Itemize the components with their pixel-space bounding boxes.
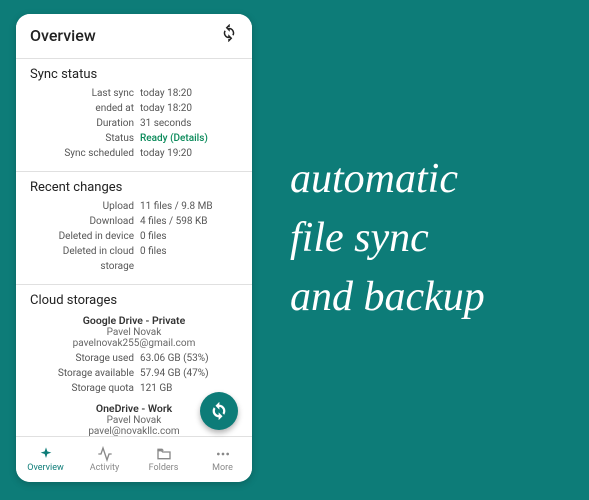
sync-icon xyxy=(210,402,228,420)
activity-icon xyxy=(97,446,113,462)
details-link[interactable]: (Details) xyxy=(170,133,208,144)
row-deleted-device: Deleted in device 0 files xyxy=(30,229,238,244)
value: Ready (Details) xyxy=(140,131,238,146)
recent-changes-card: Recent changes Upload 11 files / 9.8 MB … xyxy=(16,171,252,284)
label: Storage used xyxy=(30,351,140,366)
label: Storage available xyxy=(30,366,140,381)
row-status: Status Ready (Details) xyxy=(30,131,238,146)
content-scroll[interactable]: Sync status Last sync today 18:20 ended … xyxy=(16,54,252,436)
storage-email: pavelnovak255@gmail.com xyxy=(30,338,238,349)
storage-block[interactable]: Google Drive - Private Pavel Novak pavel… xyxy=(30,314,238,396)
value: today 19:20 xyxy=(140,146,238,161)
nav-label: Folders xyxy=(149,463,179,473)
nav-activity[interactable]: Activity xyxy=(75,437,134,482)
bottom-nav: Overview Activity Folders More xyxy=(16,436,252,482)
nav-label: More xyxy=(212,463,233,473)
nav-folders[interactable]: Folders xyxy=(134,437,193,482)
row-storage-used: Storage used 63.06 GB (53%) xyxy=(30,351,238,366)
label: Status xyxy=(30,131,140,146)
label: Upload xyxy=(30,199,140,214)
storage-name: Google Drive - Private xyxy=(30,314,238,327)
value: 57.94 GB (47%) xyxy=(140,366,238,381)
storage-user: Pavel Novak xyxy=(30,327,238,338)
more-icon xyxy=(215,446,231,462)
row-storage-quota: Storage quota 121 GB xyxy=(30,381,238,396)
page-title: Overview xyxy=(30,26,96,45)
value: 31 seconds xyxy=(140,116,238,131)
nav-label: Activity xyxy=(90,463,119,473)
app-bar: Overview xyxy=(16,14,252,54)
label: Deleted in device xyxy=(30,229,140,244)
storage-email: pavel@novakllc.com xyxy=(30,426,238,436)
sync-icon[interactable] xyxy=(220,24,238,46)
sync-fab[interactable] xyxy=(200,392,238,430)
sync-status-card: Sync status Last sync today 18:20 ended … xyxy=(16,58,252,171)
nav-more[interactable]: More xyxy=(193,437,252,482)
recent-changes-heading: Recent changes xyxy=(30,180,238,195)
value: 0 files xyxy=(140,229,238,244)
value: today 18:20 xyxy=(140,101,238,116)
row-duration: Duration 31 seconds xyxy=(30,116,238,131)
row-download: Download 4 files / 598 KB xyxy=(30,214,238,229)
folders-icon xyxy=(156,446,172,462)
row-last-sync: Last sync today 18:20 xyxy=(30,86,238,101)
label: ended at xyxy=(30,101,140,116)
row-deleted-cloud: Deleted in cloud storage 0 files xyxy=(30,244,238,274)
marketing-line: file sync xyxy=(290,209,485,268)
nav-label: Overview xyxy=(27,463,63,473)
marketing-line: and backup xyxy=(290,268,485,327)
row-ended-at: ended at today 18:20 xyxy=(30,101,238,116)
row-storage-available: Storage available 57.94 GB (47%) xyxy=(30,366,238,381)
value: 0 files xyxy=(140,244,238,274)
sparkle-icon xyxy=(38,446,54,462)
marketing-line: automatic xyxy=(290,150,485,209)
row-scheduled: Sync scheduled today 19:20 xyxy=(30,146,238,161)
label: Deleted in cloud storage xyxy=(30,244,140,274)
value: 4 files / 598 KB xyxy=(140,214,238,229)
label: Duration xyxy=(30,116,140,131)
label: Download xyxy=(30,214,140,229)
phone-frame: Overview Sync status Last sync today 18:… xyxy=(16,14,252,482)
value: 11 files / 9.8 MB xyxy=(140,199,238,214)
sync-status-heading: Sync status xyxy=(30,67,238,82)
value: 63.06 GB (53%) xyxy=(140,351,238,366)
label: Storage quota xyxy=(30,381,140,396)
label: Last sync xyxy=(30,86,140,101)
label: Sync scheduled xyxy=(30,146,140,161)
nav-overview[interactable]: Overview xyxy=(16,437,75,482)
marketing-text: automatic file sync and backup xyxy=(290,150,485,326)
value: today 18:20 xyxy=(140,86,238,101)
cloud-storages-heading: Cloud storages xyxy=(30,293,238,308)
row-upload: Upload 11 files / 9.8 MB xyxy=(30,199,238,214)
status-ready: Ready xyxy=(140,133,168,144)
